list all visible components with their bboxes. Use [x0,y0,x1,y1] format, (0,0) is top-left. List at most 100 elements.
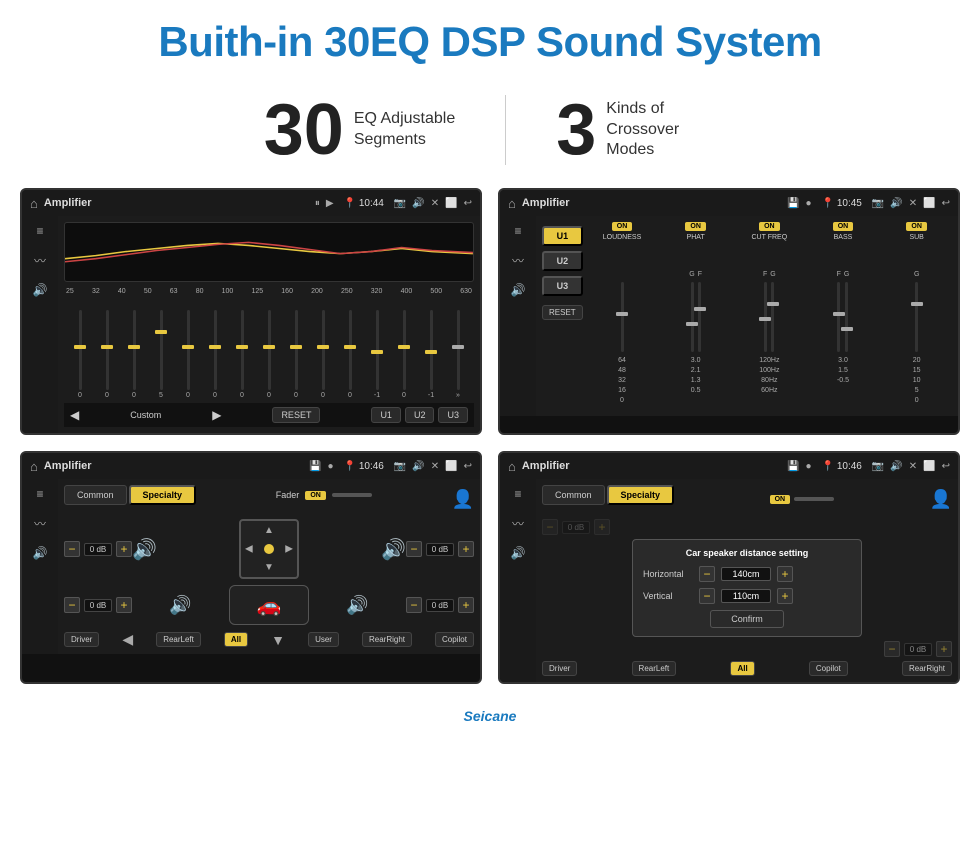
crossover-number: 3 [556,94,596,166]
db-val-fl: 0 dB [84,543,112,556]
eq-slider-15: » [446,310,470,399]
wave-sidebar-icon3[interactable]: 〰 [34,515,46,532]
tab-specialty-3[interactable]: Specialty [129,485,197,505]
db-minus-rr[interactable]: − [406,597,422,613]
vol-sidebar-icon3[interactable]: 🔊 [33,546,48,560]
eq-slider-5: 0 [176,310,200,399]
wave-sidebar-icon4[interactable]: 〰 [512,515,524,532]
all-btn-4[interactable]: All [730,661,754,676]
dot-icon4: ● [806,461,812,472]
horizontal-plus[interactable]: + [777,566,793,582]
reset-btn[interactable]: RESET [272,407,320,423]
camera-icon2: 📷 [872,198,884,209]
save-icon2: 💾 [787,198,799,209]
eq-slider-13: 0 [392,310,416,399]
tab-common-3[interactable]: Common [64,485,127,505]
home-icon2: ⌂ [508,196,516,211]
wave-sidebar-icon2[interactable]: 〰 [512,252,524,269]
page-header: Buith-in 30EQ DSP Sound System [0,0,980,76]
screen1-title: Amplifier [44,197,309,209]
fader-slider-4[interactable] [794,497,834,501]
db-front-right: − 0 dB + [406,541,474,557]
screen3-sidebar: ≡ 〰 🔊 [22,479,58,654]
screen1-eq: ⌂ Amplifier ⏸ ▶ 📍 10:44 📷 🔊 ✕ ⬜ ↩ ≡ 〰 🔊 [20,188,482,435]
speaker-rl-icon: 🔊 [169,595,191,616]
u3-btn[interactable]: U3 [438,407,468,423]
db-plus-rl[interactable]: + [116,597,132,613]
screens-grid: ⌂ Amplifier ⏸ ▶ 📍 10:44 📷 🔊 ✕ ⬜ ↩ ≡ 〰 🔊 [0,188,980,704]
back-icon4: ↩ [942,461,950,472]
vertical-row: Vertical − 110cm + [643,588,851,604]
u2-btn[interactable]: U2 [405,407,435,423]
speaker-layout: − 0 dB + 🔊 ▲ ▼ ◀ ▶ [64,519,474,648]
camera-icon: 📷 [394,198,406,209]
screen1-sidebar: ≡ 〰 🔊 [22,216,58,433]
u2-cross-btn[interactable]: U2 [542,251,583,271]
cutfreq-col: ON CUT FREQ F G [734,222,805,404]
volume-icon4: 🔊 [890,461,902,472]
close-icon2: ✕ [909,198,917,209]
windows-icon4: ⬜ [923,461,935,472]
rear-left-btn[interactable]: RearLeft [156,632,201,647]
eq-sidebar-icon[interactable]: ≡ [36,224,43,238]
eq-sidebar-icon2[interactable]: ≡ [514,224,521,238]
rear-left-btn-4[interactable]: RearLeft [632,661,677,676]
tab-common-4[interactable]: Common [542,485,605,505]
db-plus-rr[interactable]: + [458,597,474,613]
all-btn[interactable]: All [224,632,248,647]
fader-on: ON [305,491,326,500]
u1-cross-btn[interactable]: U1 [542,226,583,246]
crossover-grid: ON LOUDNESS 64 48 32 16 0 [587,222,952,404]
home-icon: ⌂ [30,196,38,211]
db-minus-fr[interactable]: − [406,541,422,557]
cross-reset-btn[interactable]: RESET [542,305,583,320]
vol-sidebar-icon[interactable]: 🔊 [33,283,48,297]
u-col: U1 U2 U3 RESET [542,222,583,410]
u1-btn[interactable]: U1 [371,407,401,423]
vertical-minus[interactable]: − [699,588,715,604]
db-minus-rl[interactable]: − [64,597,80,613]
speaker-rr-icon: 🔊 [346,595,368,616]
rear-right-btn-4[interactable]: RearRight [902,661,952,676]
eq-sliders: 0 0 0 5 0 [64,299,474,399]
next-btn[interactable]: ▶ [212,408,221,422]
copilot-btn-4[interactable]: Copilot [809,661,848,676]
eq-slider-9: 0 [284,310,308,399]
db-plus-fr[interactable]: + [458,541,474,557]
copilot-btn-3[interactable]: Copilot [435,632,474,647]
vertical-plus[interactable]: + [777,588,793,604]
u3-cross-btn[interactable]: U3 [542,276,583,296]
db-plus-fl[interactable]: + [116,541,132,557]
eq-slider-8: 0 [257,310,281,399]
screen2-sidebar: ≡ 〰 🔊 [500,216,536,416]
vol-sidebar-icon4[interactable]: 🔊 [511,546,526,560]
sub-col: ON SUB G 20 15 10 5 [881,222,952,404]
confirm-btn[interactable]: Confirm [710,610,784,628]
db-minus-fl[interactable]: − [64,541,80,557]
user-btn[interactable]: User [308,632,339,647]
prev-btn[interactable]: ◀ [70,408,79,422]
speaker-tabs-4: Common Specialty [542,485,674,505]
close-icon4: ✕ [909,461,917,472]
dialog-overlay: − 0 dB + Car speaker distance setting Ho… [542,519,952,637]
vertical-label: Vertical [643,591,693,601]
wave-sidebar-icon[interactable]: 〰 [34,252,46,269]
eq-number: 30 [264,94,344,166]
distance-dialog: Car speaker distance setting Horizontal … [632,539,862,637]
screen1-main: 25 32 40 50 63 80 100 125 160 200 250 32… [58,216,480,433]
screen3-main: Common Specialty Fader ON 👤 − [58,479,480,654]
dialog-title: Car speaker distance setting [643,548,851,558]
fader-slider[interactable] [332,493,372,497]
driver-btn[interactable]: Driver [64,632,99,647]
driver-btn-4[interactable]: Driver [542,661,577,676]
u-buttons-group: U1 U2 U3 [371,407,468,423]
center-fader[interactable]: ▲ ▼ ◀ ▶ [239,519,299,579]
rear-right-btn[interactable]: RearRight [362,632,412,647]
eq-sidebar-icon3[interactable]: ≡ [36,487,43,501]
screen3-speaker: ⌂ Amplifier 💾 ● 📍 10:46 📷 🔊 ✕ ⬜ ↩ ≡ 〰 🔊 … [20,451,482,684]
eq-sidebar-icon4[interactable]: ≡ [514,487,521,501]
horizontal-minus[interactable]: − [699,566,715,582]
tab-specialty-4[interactable]: Specialty [607,485,675,505]
person-icon-4: 👤 [930,489,952,510]
vol-sidebar-icon2[interactable]: 🔊 [511,283,526,297]
